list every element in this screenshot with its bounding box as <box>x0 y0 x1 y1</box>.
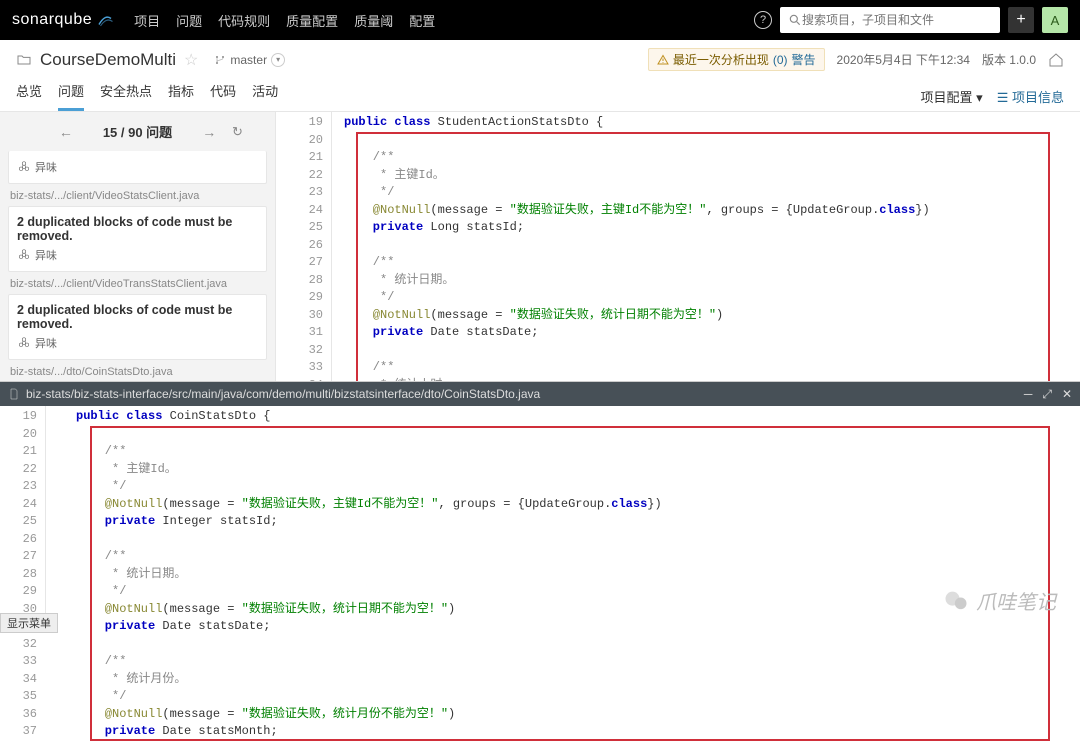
project-icon <box>16 52 32 68</box>
star-icon[interactable]: ☆ <box>184 50 198 70</box>
gutter-lower: 19202122232425262728293031323334353637 <box>0 406 46 631</box>
reload-icon[interactable]: ↻ <box>232 124 243 140</box>
file-path: biz-stats/.../dto/CoinStatsDto.java <box>10 366 265 378</box>
code-body-upper: public class StudentActionStatsDto { /**… <box>332 112 1080 381</box>
warning-icon <box>657 54 669 66</box>
lower-file-path[interactable]: biz-stats/biz-stats-interface/src/main/j… <box>26 387 1024 401</box>
file-path: biz-stats/.../client/VideoTransStatsClie… <box>10 278 265 290</box>
topnav: sonarqube 项目问题代码规则质量配置质量阈配置 ? + A <box>0 0 1080 40</box>
lower-code-viewer[interactable]: 19202122232425262728293031323334353637 p… <box>0 406 1080 631</box>
project-info-link[interactable]: ☰ 项目信息 <box>997 87 1064 106</box>
project-name[interactable]: CourseDemoMulti <box>40 50 176 70</box>
branch-dropdown-icon: ▾ <box>271 53 285 67</box>
analysis-timestamp: 2020年5月4日 下午12:34 <box>837 51 970 68</box>
warning-prefix: 最近一次分析出现 <box>673 51 769 68</box>
help-icon[interactable]: ? <box>754 11 772 29</box>
expand-icon[interactable]: ⤢ <box>1042 387 1052 402</box>
analysis-warning-badge[interactable]: 最近一次分析出现 (0) 警告 <box>648 48 825 71</box>
branch-selector[interactable]: master ▾ <box>214 53 285 67</box>
project-tab[interactable]: 安全热点 <box>100 81 152 111</box>
file-icon <box>8 388 20 400</box>
nav-item[interactable]: 代码规则 <box>218 11 270 30</box>
project-tab[interactable]: 指标 <box>168 81 194 111</box>
issue-card[interactable]: 2 duplicated blocks of code must be remo… <box>8 206 267 272</box>
project-tab[interactable]: 代码 <box>210 81 236 111</box>
close-icon[interactable]: ✕ <box>1062 387 1072 402</box>
search-icon <box>788 13 802 27</box>
add-button[interactable]: + <box>1008 7 1034 33</box>
warning-count: (0) <box>773 53 788 67</box>
logo-icon <box>96 11 114 29</box>
prev-issue-button[interactable]: ← <box>59 124 73 140</box>
upper-code-viewer[interactable]: 19202122232425262728293031323334353637 p… <box>276 112 1080 381</box>
project-tab[interactable]: 活动 <box>252 81 278 111</box>
project-config-dropdown[interactable]: 项目配置 ▾ <box>921 87 983 106</box>
lower-panel-tab: biz-stats/biz-stats-interface/src/main/j… <box>0 382 1080 406</box>
watermark: 爪哇笔记 <box>942 586 1056 615</box>
project-tabs: 总览问题安全热点指标代码活动 项目配置 ▾ ☰ 项目信息 <box>16 81 1064 111</box>
gutter-upper: 19202122232425262728293031323334353637 <box>276 112 332 381</box>
nav-item[interactable]: 质量配置 <box>286 11 338 30</box>
issue-card[interactable]: 2 duplicated blocks of code must be remo… <box>8 294 267 360</box>
wechat-icon <box>942 587 970 615</box>
home-icon[interactable] <box>1048 52 1064 68</box>
code-body-lower: public class CoinStatsDto { /** * 主键Id。 … <box>46 406 1080 631</box>
branch-name: master <box>230 53 267 67</box>
project-tab[interactable]: 总览 <box>16 81 42 111</box>
minimize-icon[interactable]: ─ <box>1024 387 1033 402</box>
issues-sidebar: ← 15 / 90 问题 → ↻ 异味 biz-stats/.../client/… <box>0 112 276 381</box>
search-input[interactable] <box>802 13 992 27</box>
nav-item[interactable]: 配置 <box>409 11 435 30</box>
project-tab[interactable]: 问题 <box>58 81 84 111</box>
logo[interactable]: sonarqube <box>12 11 114 29</box>
project-version: 版本 1.0.0 <box>982 51 1036 68</box>
warning-label: 警告 <box>792 51 816 68</box>
nav-item[interactable]: 项目 <box>134 11 160 30</box>
file-path: biz-stats/.../client/VideoStatsClient.ja… <box>10 190 265 202</box>
watermark-text: 爪哇笔记 <box>976 586 1056 615</box>
nav-items: 项目问题代码规则质量配置质量阈配置 <box>134 11 435 30</box>
nav-item[interactable]: 质量阈 <box>354 11 393 30</box>
search-box[interactable] <box>780 7 1000 33</box>
branch-icon <box>214 54 226 66</box>
issue-card[interactable]: 异味 <box>8 151 267 184</box>
nav-item[interactable]: 问题 <box>176 11 202 30</box>
next-issue-button[interactable]: → <box>202 124 216 140</box>
menu-hint[interactable]: 显示菜单 <box>0 613 58 633</box>
issue-list[interactable]: 异味 biz-stats/.../client/VideoStatsClient.… <box>0 151 275 381</box>
project-header: CourseDemoMulti ☆ master ▾ 最近一次分析出现 (0) … <box>0 40 1080 112</box>
user-avatar[interactable]: A <box>1042 7 1068 33</box>
logo-text: sonarqube <box>12 11 92 29</box>
issue-counter: 15 / 90 问题 <box>103 122 172 141</box>
